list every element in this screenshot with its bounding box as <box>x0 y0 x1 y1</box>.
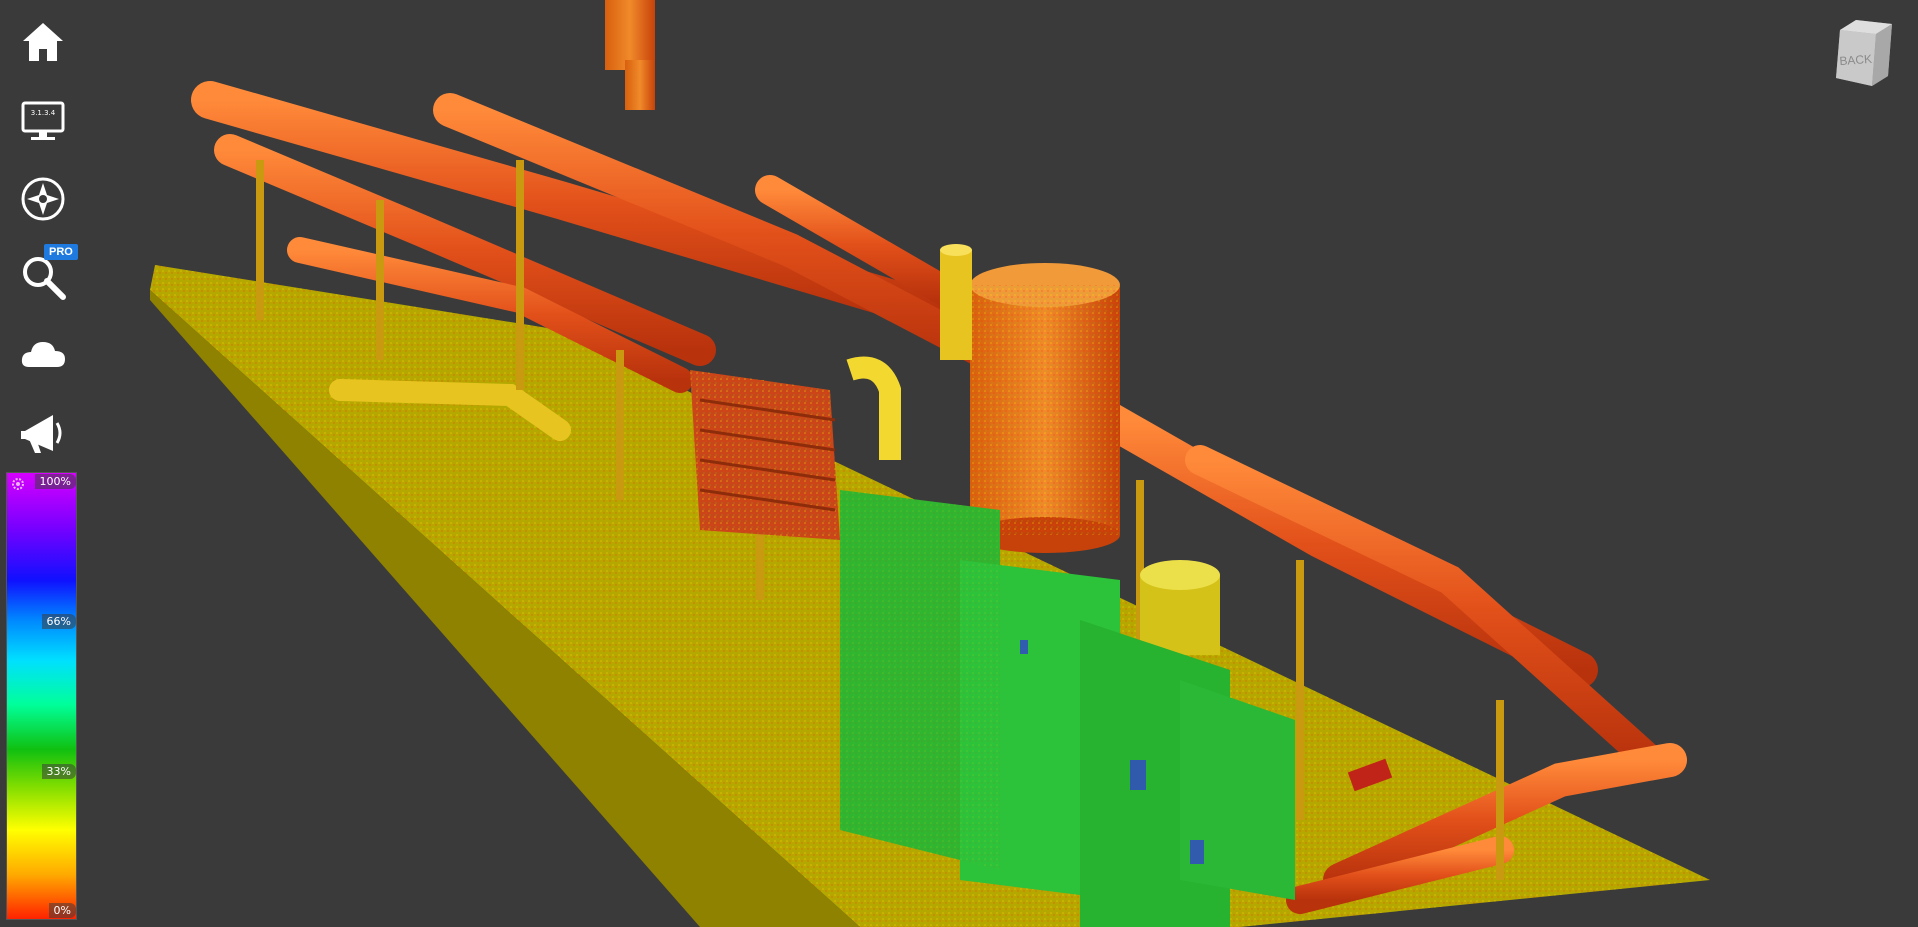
scale-label-66: 66% <box>41 614 76 629</box>
megaphone-icon <box>21 415 62 453</box>
compass-icon <box>21 177 65 221</box>
search-icon <box>23 257 66 300</box>
cloud-icon <box>21 342 65 367</box>
scale-label-100: 100% <box>34 474 76 489</box>
heat-exchanger <box>690 370 840 540</box>
home-icon <box>23 23 63 61</box>
version-label: 3.1.3.4 <box>30 109 56 117</box>
color-scale-bar[interactable]: 100% 66% 33% 0% <box>6 472 77 920</box>
pro-badge: PRO <box>44 244 78 260</box>
small-vessel <box>1140 560 1220 655</box>
announcements-button[interactable] <box>14 404 72 462</box>
navigation-button[interactable] <box>14 170 72 228</box>
stack <box>605 0 655 110</box>
scale-label-0: 0% <box>48 903 76 918</box>
navcube-face-label: BACK <box>1839 52 1873 68</box>
cloud-button[interactable] <box>14 326 72 384</box>
display-settings-button[interactable]: 3.1.3.4 <box>14 92 72 150</box>
home-button[interactable] <box>14 14 72 72</box>
search-button[interactable]: PRO <box>14 244 78 306</box>
yellow-elbow <box>846 356 901 460</box>
point-cloud-viewport[interactable] <box>0 0 1918 927</box>
navigation-cube[interactable]: BACK <box>1832 16 1896 88</box>
gear-icon[interactable] <box>11 477 25 491</box>
scale-label-33: 33% <box>41 764 76 779</box>
monitor-icon <box>21 101 65 140</box>
